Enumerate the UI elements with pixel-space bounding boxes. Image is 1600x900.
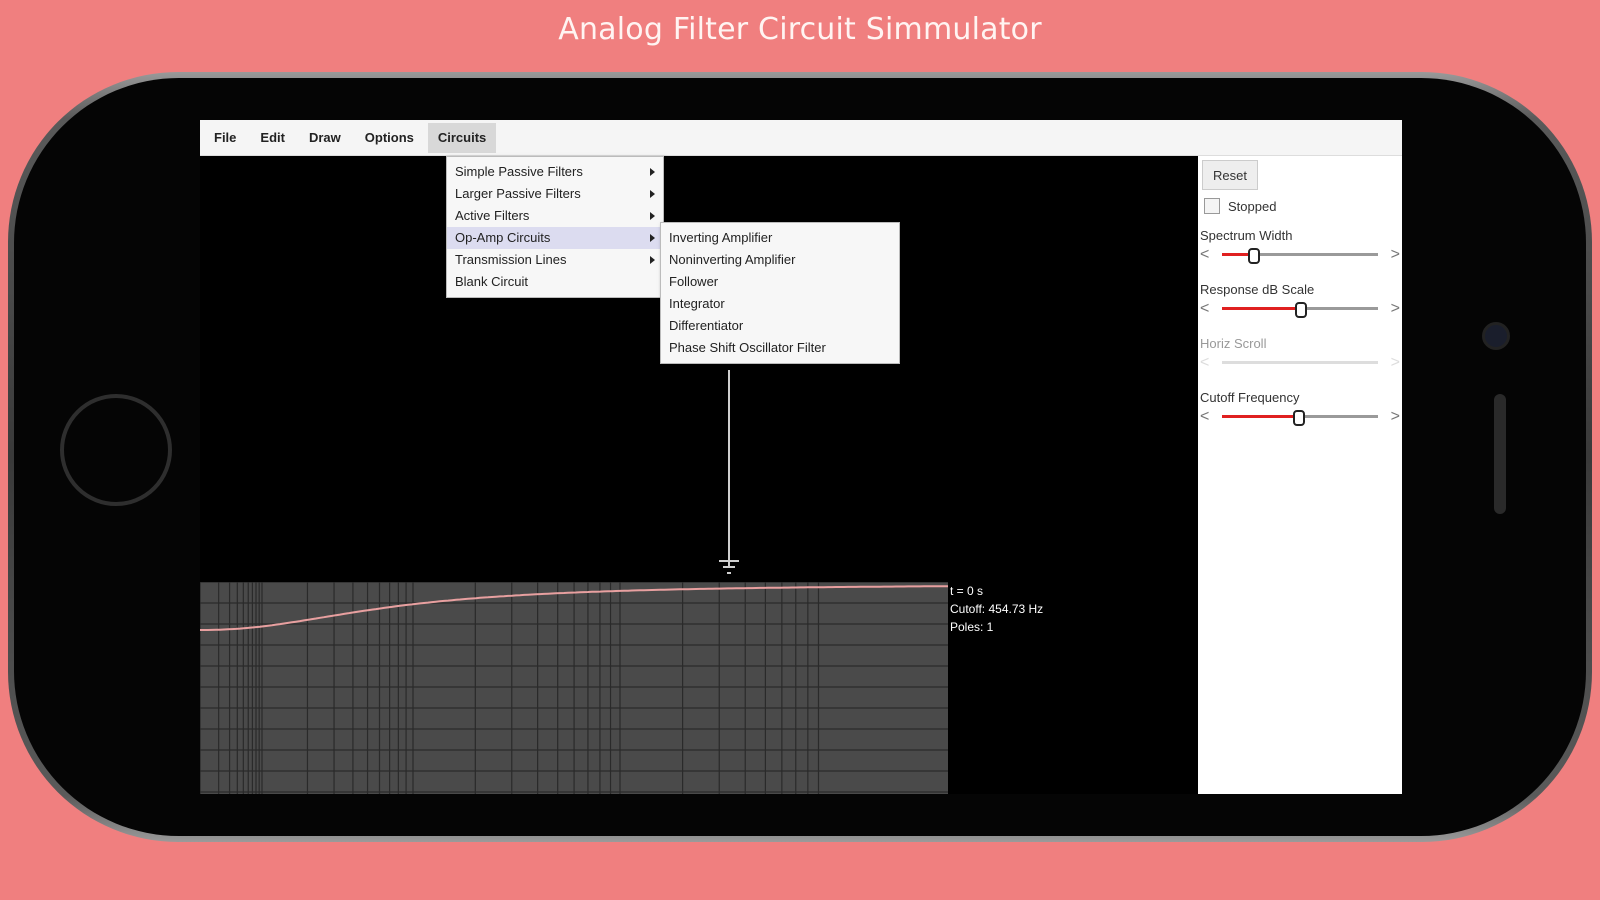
slider-left-arrow-icon[interactable]: < — [1200, 246, 1209, 264]
spectrum-width-label: Spectrum Width — [1200, 228, 1293, 243]
speaker-grille — [1494, 394, 1506, 514]
submenu-item-inverting-amplifier[interactable]: Inverting Amplifier — [661, 227, 899, 249]
cutoff-frequency-slider[interactable]: < > — [1198, 406, 1402, 426]
spectrum-width-slider[interactable]: < > — [1198, 244, 1402, 264]
banner-title: Analog Filter Circuit Simmulator — [558, 12, 1042, 47]
response-db-scale-label: Response dB Scale — [1200, 282, 1315, 297]
submenu-item-phase-shift-oscillator-filter[interactable]: Phase Shift Oscillator Filter — [661, 337, 899, 359]
submenu-arrow-icon — [650, 168, 655, 176]
submenu-arrow-icon — [650, 212, 655, 220]
menu-item-label: Larger Passive Filters — [455, 186, 581, 201]
circuits-dropdown: Simple Passive Filters Larger Passive Fi… — [446, 156, 664, 298]
slider-fill — [1222, 415, 1299, 418]
submenu-arrow-icon — [650, 234, 655, 242]
submenu-arrow-icon — [650, 256, 655, 264]
graph-info: t = 0 s Cutoff: 454.73 Hz Poles: 1 — [950, 582, 1043, 636]
menu-item-label: Blank Circuit — [455, 274, 528, 289]
submenu-item-integrator[interactable]: Integrator — [661, 293, 899, 315]
cutoff-frequency-label: Cutoff Frequency — [1200, 390, 1300, 405]
menu-item-simple-passive-filters[interactable]: Simple Passive Filters — [447, 161, 663, 183]
menu-draw[interactable]: Draw — [299, 123, 351, 153]
menu-item-blank-circuit[interactable]: Blank Circuit — [447, 271, 663, 293]
cutoff-readout: Cutoff: 454.73 Hz — [950, 602, 1044, 616]
stopped-label: Stopped — [1228, 198, 1277, 214]
stopped-toggle[interactable]: Stopped — [1204, 198, 1276, 214]
menu-file[interactable]: File — [204, 123, 246, 153]
control-panel: Reset Stopped Spectrum Width < > Respons… — [1198, 156, 1402, 794]
menu-bar: File Edit Draw Options Circuits — [200, 120, 1402, 156]
response-db-scale-slider[interactable]: < > — [1198, 298, 1402, 318]
submenu-item-noninverting-amplifier[interactable]: Noninverting Amplifier — [661, 249, 899, 271]
circuit-wire[interactable] — [728, 370, 730, 566]
slider-right-arrow-icon[interactable]: > — [1391, 408, 1400, 426]
slider-fill — [1222, 307, 1300, 310]
menu-item-label: Op-Amp Circuits — [455, 230, 551, 245]
stopped-checkbox[interactable] — [1204, 198, 1220, 214]
home-button[interactable] — [60, 394, 172, 506]
menu-item-op-amp-circuits[interactable]: Op-Amp Circuits — [447, 227, 663, 249]
menu-item-active-filters[interactable]: Active Filters — [447, 205, 663, 227]
menu-item-larger-passive-filters[interactable]: Larger Passive Filters — [447, 183, 663, 205]
horiz-scroll-slider[interactable]: < > — [1198, 352, 1402, 372]
slider-right-arrow-icon[interactable]: > — [1391, 300, 1400, 318]
slider-track[interactable] — [1222, 410, 1378, 426]
slider-left-arrow-icon[interactable]: < — [1200, 300, 1209, 318]
menu-item-transmission-lines[interactable]: Transmission Lines — [447, 249, 663, 271]
slider-right-arrow-icon[interactable]: > — [1391, 354, 1400, 372]
app-screen: File Edit Draw Options Circuits Simple P… — [200, 120, 1402, 794]
menu-options[interactable]: Options — [355, 123, 424, 153]
slider-left-arrow-icon[interactable]: < — [1200, 408, 1209, 426]
submenu-item-differentiator[interactable]: Differentiator — [661, 315, 899, 337]
camera-icon — [1482, 322, 1510, 350]
menu-edit[interactable]: Edit — [250, 123, 295, 153]
slider-left-arrow-icon[interactable]: < — [1200, 354, 1209, 372]
horiz-scroll-label: Horiz Scroll — [1200, 336, 1267, 351]
menu-item-label: Simple Passive Filters — [455, 164, 583, 179]
menu-item-label: Transmission Lines — [455, 252, 567, 267]
submenu-arrow-icon — [650, 190, 655, 198]
time-readout: t = 0 s — [950, 584, 984, 598]
slider-thumb[interactable] — [1293, 410, 1306, 426]
frequency-response-graph[interactable] — [200, 582, 948, 794]
slider-thumb[interactable] — [1248, 248, 1261, 264]
slider-track[interactable] — [1222, 302, 1378, 318]
slider-track[interactable] — [1222, 248, 1378, 264]
menu-circuits[interactable]: Circuits — [427, 122, 497, 153]
reset-button[interactable]: Reset — [1202, 160, 1258, 190]
ground-icon[interactable] — [717, 558, 741, 578]
slider-right-arrow-icon[interactable]: > — [1391, 246, 1400, 264]
slider-track[interactable] — [1222, 361, 1378, 364]
slider-thumb[interactable] — [1295, 302, 1307, 318]
op-amp-submenu: Inverting Amplifier Noninverting Amplifi… — [660, 222, 900, 364]
submenu-item-follower[interactable]: Follower — [661, 271, 899, 293]
menu-item-label: Active Filters — [455, 208, 530, 223]
poles-readout: Poles: 1 — [950, 620, 994, 634]
